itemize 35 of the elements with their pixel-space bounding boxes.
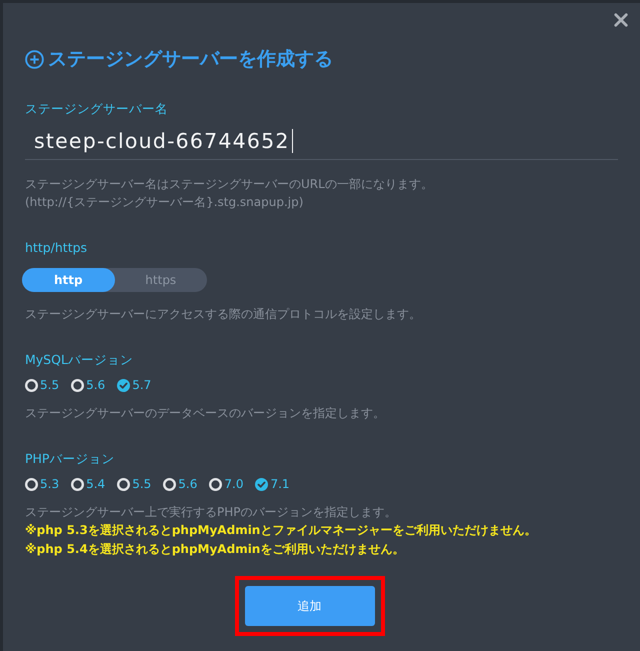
help-text: ステージングサーバー上で実行するPHPのバージョンを指定します。 (25, 504, 398, 521)
radio-icon[interactable] (71, 378, 84, 392)
radio-icon[interactable] (209, 478, 222, 490)
radio-icon[interactable] (25, 478, 38, 490)
add-button[interactable]: 追加 (244, 586, 374, 626)
field-label: MySQLバージョン (25, 351, 133, 369)
field-label: PHPバージョン (25, 450, 114, 468)
version-option[interactable]: 5.6 (178, 475, 198, 493)
version-option[interactable]: 5.7 (132, 376, 152, 394)
checked-radio-icon[interactable] (117, 378, 130, 392)
close-icon[interactable] (614, 13, 628, 27)
radio-icon[interactable] (163, 478, 176, 490)
radio-icon[interactable] (25, 378, 38, 392)
version-option[interactable]: 5.3 (40, 475, 60, 493)
help-text: ステージングサーバーのデータベースのバージョンを指定します。 (25, 405, 385, 422)
version-option[interactable]: 7.0 (224, 475, 244, 493)
version-option[interactable]: 5.5 (132, 475, 152, 493)
radio-icon[interactable] (117, 478, 130, 490)
server-name-field[interactable]: steep-cloud-66744652 (25, 123, 618, 160)
help-text: ステージングサーバーにアクセスする際の通信プロトコルを設定します。 (25, 306, 421, 323)
radio-icon[interactable] (71, 478, 84, 490)
version-option[interactable]: 5.6 (86, 376, 106, 394)
help-text: (http://{ステージングサーバー名}.stg.snapup.jp) (25, 194, 304, 211)
help-text: ステージングサーバー名はステージングサーバーのURLの一部になります。 (25, 176, 433, 193)
version-option[interactable]: 7.1 (270, 475, 290, 493)
dialog-title: ステージングサーバーを作成する (48, 47, 333, 72)
checked-radio-icon[interactable] (255, 478, 268, 490)
version-option[interactable]: 5.4 (86, 475, 106, 493)
field-label: http/https (25, 239, 88, 257)
field-label: ステージングサーバー名 (25, 100, 168, 118)
warning-text: ※php 5.3を選択されるとphpMyAdminとファイルマネージャーをご利用いただけません。 (25, 522, 536, 539)
version-option[interactable]: 5.5 (40, 376, 60, 394)
warning-text: ※php 5.4を選択されるとphpMyAdminをご利用いただけません。 (25, 541, 406, 558)
add-circle-icon (25, 50, 44, 68)
protocol-option[interactable]: http (22, 268, 114, 292)
